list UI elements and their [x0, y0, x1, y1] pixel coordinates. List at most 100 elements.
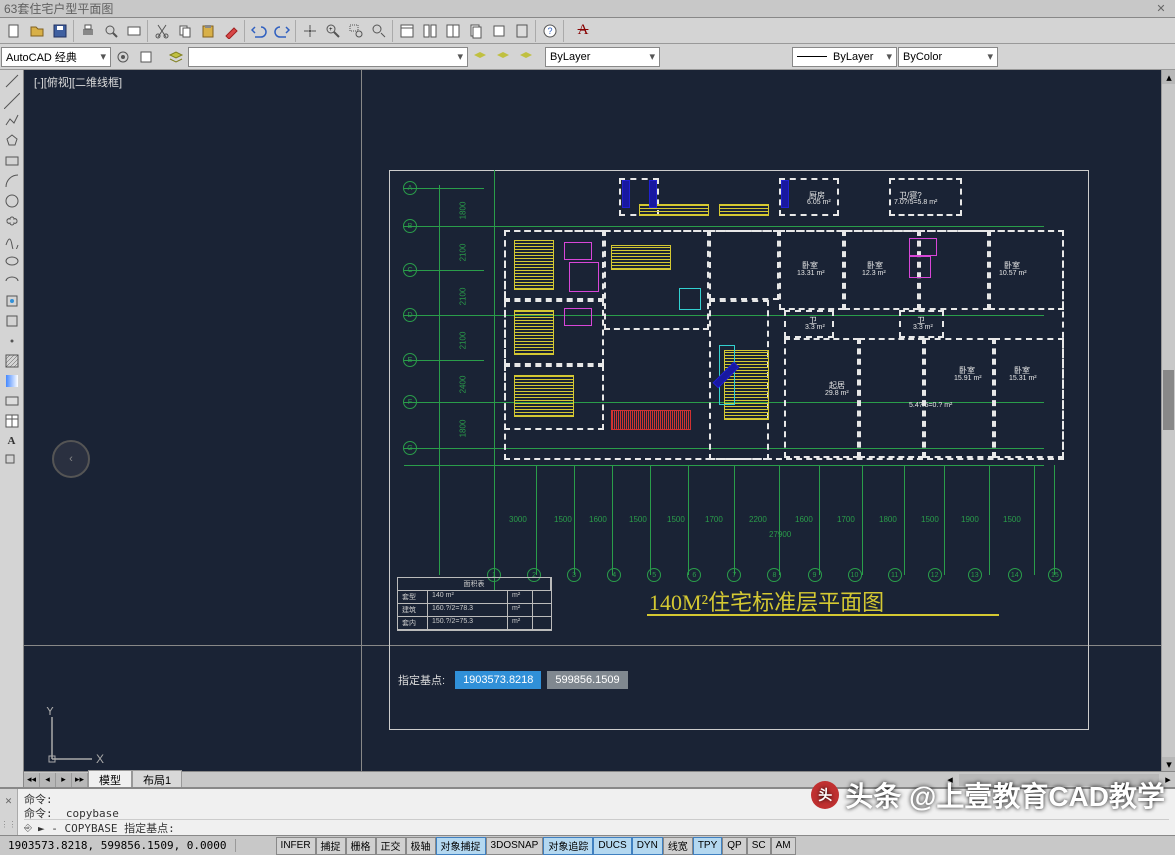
tab-model[interactable]: 模型 [88, 770, 132, 787]
status-sc[interactable]: SC [747, 837, 771, 855]
layer-manager-icon[interactable] [165, 46, 187, 68]
status-infer[interactable]: INFER [276, 837, 316, 855]
line-icon[interactable] [1, 71, 23, 91]
close-icon[interactable]: ✕ [5, 796, 13, 807]
status-osnap[interactable]: 对象捕捉 [436, 837, 486, 855]
new-icon[interactable] [3, 20, 25, 42]
hatch-icon[interactable] [1, 351, 23, 371]
scrollbar-vertical[interactable]: ▴ ▾ [1161, 70, 1175, 771]
status-lwt[interactable]: 线宽 [663, 837, 693, 855]
print-icon[interactable] [77, 20, 99, 42]
workspace-settings-icon[interactable] [112, 46, 134, 68]
status-3dosnap[interactable]: 3DOSNAP [486, 837, 544, 855]
open-icon[interactable] [26, 20, 48, 42]
status-bar: 1903573.8218, 599856.1509, 0.0000 INFER … [0, 835, 1175, 855]
pan-icon[interactable] [299, 20, 321, 42]
rectangle-icon[interactable] [1, 151, 23, 171]
block-icon[interactable] [1, 311, 23, 331]
tab-last-icon[interactable]: ▸▸ [72, 773, 88, 787]
plot-icon[interactable] [123, 20, 145, 42]
nav-back-button[interactable]: ‹ [52, 440, 90, 478]
layer-iso-icon[interactable] [515, 46, 537, 68]
circle-icon[interactable] [1, 191, 23, 211]
point-icon[interactable] [1, 331, 23, 351]
tab-prev-icon[interactable]: ◂ [40, 773, 56, 787]
color-select[interactable]: ByColor ▾ [898, 47, 998, 67]
layer-select[interactable]: ▾ [188, 47, 468, 67]
revcloud-icon[interactable] [1, 211, 23, 231]
markup-icon[interactable] [488, 20, 510, 42]
xline-icon[interactable] [1, 91, 23, 111]
polygon-icon[interactable] [1, 131, 23, 151]
copy-icon[interactable] [174, 20, 196, 42]
tab-next-icon[interactable]: ▸ [56, 773, 72, 787]
insert-icon[interactable] [1, 291, 23, 311]
dynamic-input-x[interactable]: 1903573.8218 [455, 671, 541, 689]
watermark: 头 头条 @上壹教育CAD教学 [811, 775, 1165, 815]
calc-icon[interactable] [511, 20, 533, 42]
status-am[interactable]: AM [771, 837, 796, 855]
dynamic-input-y[interactable]: 599856.1509 [547, 671, 627, 689]
drawing-canvas[interactable]: [-][俯视][二维线框] ‹ A B C D E F [24, 70, 1175, 787]
polyline-icon[interactable] [1, 111, 23, 131]
ellipse-arc-icon[interactable] [1, 271, 23, 291]
main-area: A [-][俯视][二维线框] ‹ A B C D [0, 70, 1175, 787]
view-label: [-][俯视][二维线框] [34, 74, 122, 90]
paste-icon[interactable] [197, 20, 219, 42]
zoom-realtime-icon[interactable]: + [322, 20, 344, 42]
command-input-row[interactable]: ⎆ ► - COPYBASE 指定基点: [24, 819, 1169, 836]
crosshair-vertical [361, 70, 362, 787]
spline-icon[interactable] [1, 231, 23, 251]
status-coordinates: 1903573.8218, 599856.1509, 0.0000 [0, 839, 236, 852]
properties-icon[interactable] [396, 20, 418, 42]
text-style-icon[interactable]: A [572, 20, 594, 42]
linetype-select[interactable]: ByLayer ▾ [545, 47, 660, 67]
svg-text:?: ? [548, 26, 553, 36]
zoom-window-icon[interactable] [345, 20, 367, 42]
layer-prev-icon[interactable] [469, 46, 491, 68]
undo-icon[interactable] [248, 20, 270, 42]
preview-icon[interactable] [100, 20, 122, 42]
linetype-value: ByLayer [550, 51, 590, 63]
status-polar[interactable]: 极轴 [406, 837, 436, 855]
tab-first-icon[interactable]: ◂◂ [24, 773, 40, 787]
drag-handle-icon[interactable]: ⋮⋮ [1, 820, 17, 829]
watermark-logo-icon: 头 [811, 781, 839, 809]
table-icon[interactable] [1, 411, 23, 431]
status-dyn[interactable]: DYN [632, 837, 663, 855]
toolbar-standard: + ? A [0, 18, 1175, 44]
status-qp[interactable]: QP [722, 837, 746, 855]
gradient-icon[interactable] [1, 371, 23, 391]
matchprop-icon[interactable] [220, 20, 242, 42]
command-handle[interactable]: ✕ ⋮⋮ [0, 789, 18, 835]
addselected-icon[interactable] [1, 451, 23, 471]
status-tpy[interactable]: TPY [693, 837, 722, 855]
status-ortho[interactable]: 正交 [376, 837, 406, 855]
close-icon[interactable]: ✕ [1151, 2, 1171, 15]
mtext-icon[interactable]: A [1, 431, 23, 451]
region-icon[interactable] [1, 391, 23, 411]
tab-layout1[interactable]: 布局1 [132, 770, 182, 787]
floor-plan: A B C D E F G [389, 170, 1089, 750]
workspace-select[interactable]: AutoCAD 经典 ▾ [1, 47, 111, 67]
svg-text:+: + [329, 27, 333, 33]
redo-icon[interactable] [271, 20, 293, 42]
chevron-down-icon: ▾ [643, 50, 655, 63]
status-grid[interactable]: 栅格 [346, 837, 376, 855]
save-icon[interactable] [49, 20, 71, 42]
lineweight-select[interactable]: ByLayer ▾ [792, 47, 897, 67]
help-icon[interactable]: ? [539, 20, 561, 42]
arc-icon[interactable] [1, 171, 23, 191]
sheet-set-icon[interactable] [465, 20, 487, 42]
status-otrack[interactable]: 对象追踪 [543, 837, 593, 855]
cut-icon[interactable] [151, 20, 173, 42]
workspace-value: AutoCAD 经典 [6, 49, 77, 65]
zoom-previous-icon[interactable] [368, 20, 390, 42]
design-center-icon[interactable] [419, 20, 441, 42]
status-ducs[interactable]: DUCS [593, 837, 631, 855]
tool-palette-icon[interactable] [442, 20, 464, 42]
ellipse-icon[interactable] [1, 251, 23, 271]
layer-state-icon[interactable] [492, 46, 514, 68]
workspace-save-icon[interactable] [135, 46, 157, 68]
status-snap[interactable]: 捕捉 [316, 837, 346, 855]
